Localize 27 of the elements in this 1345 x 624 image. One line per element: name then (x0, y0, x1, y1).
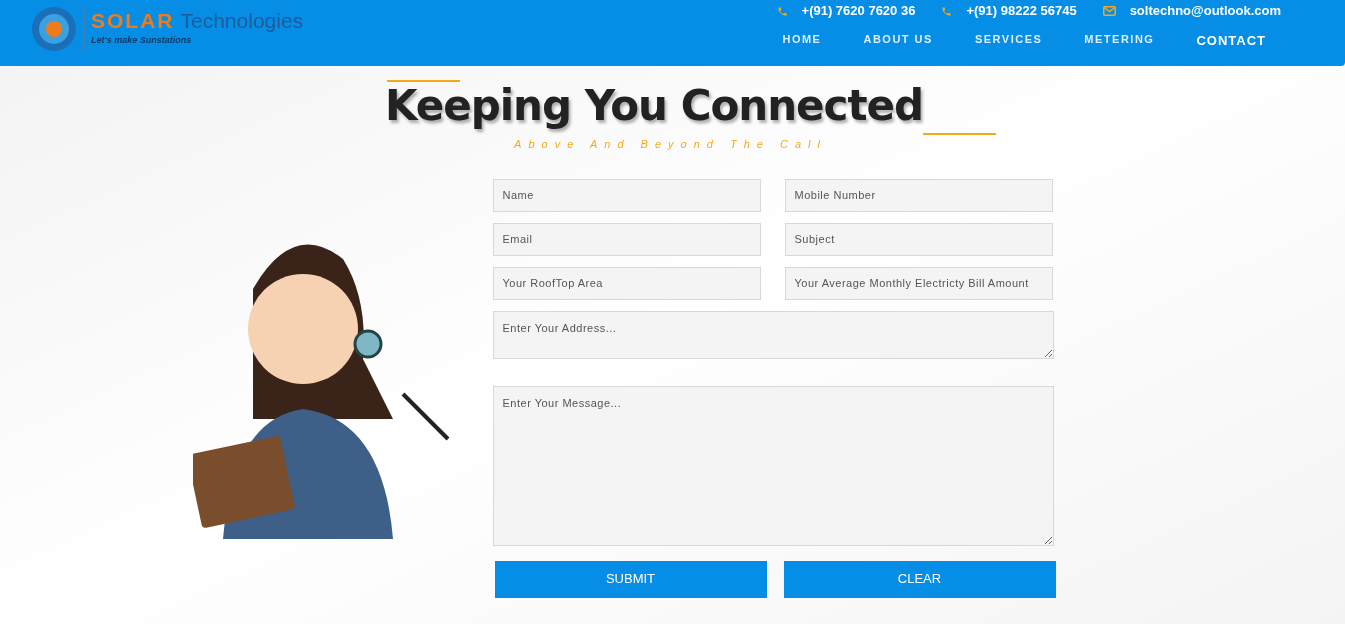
phone-icon (941, 5, 953, 17)
logo-tagline: Let's make Sunstations (91, 34, 193, 48)
submit-button[interactable]: SUBMIT (494, 560, 767, 598)
page-subtitle: Above And Beyond The Call (514, 137, 827, 152)
textarea-field[interactable]: Enter Your Address... (492, 310, 1054, 359)
nav-link[interactable]: HOME (761, 31, 843, 51)
input-field[interactable]: Subject (784, 222, 1053, 256)
nav-link[interactable]: CONTACT (1175, 31, 1287, 51)
page-title: Keeping You Connected (384, 82, 924, 130)
phone-link[interactable]: +(91) 7620 7620 36 (801, 1, 916, 21)
nav-link[interactable]: ABOUT US (842, 31, 954, 51)
input-field[interactable]: Your Average Monthly Electricty Bill Amount (784, 266, 1053, 300)
nav-link[interactable]: SERVICES (953, 31, 1064, 51)
clear-button[interactable]: CLEAR (783, 560, 1056, 598)
email-link[interactable]: soltechno@outlook.com (1129, 1, 1281, 21)
input-field[interactable]: Name (492, 178, 761, 212)
envelope-icon (1102, 6, 1116, 16)
input-field[interactable]: Email (492, 222, 761, 256)
nav-link[interactable]: METERING (1063, 31, 1176, 51)
input-field[interactable]: Your RoofTop Area (492, 266, 761, 300)
phone-link[interactable]: +(91) 98222 56745 (966, 1, 1077, 21)
textarea-field[interactable]: Enter Your Message... (492, 385, 1054, 546)
phone-icon (776, 5, 788, 17)
logo-brand: SOLAR (91, 10, 175, 32)
logo-suffix: Technologies (180, 10, 304, 32)
input-field[interactable]: Mobile Number (784, 178, 1053, 212)
sun-logo-icon (30, 5, 78, 53)
